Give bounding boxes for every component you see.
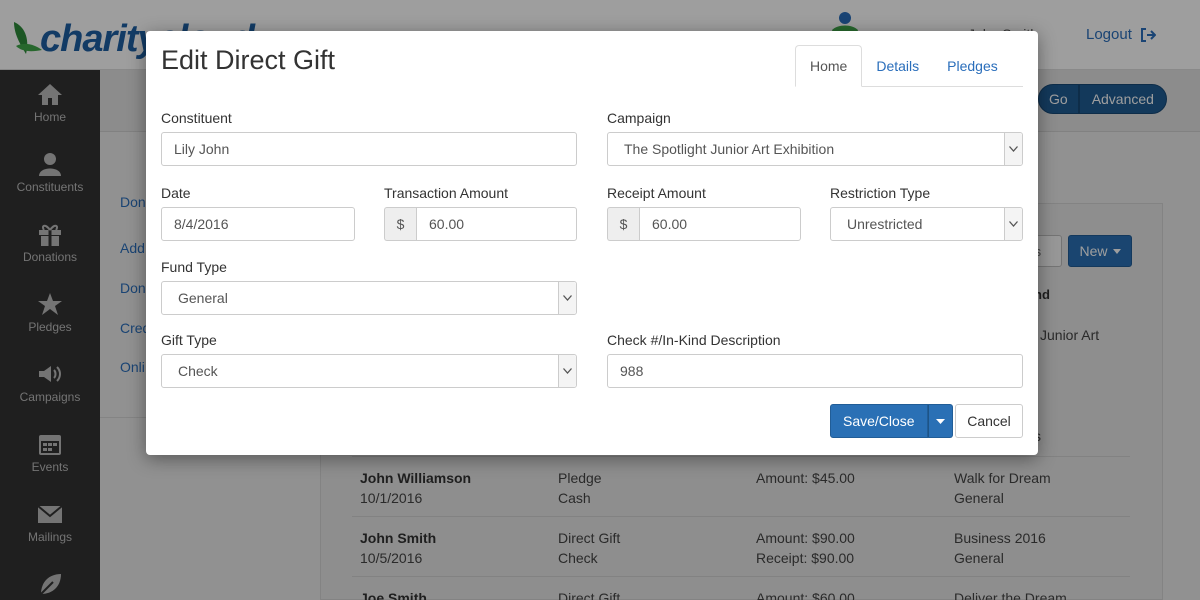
fund-type-select[interactable]: General	[161, 281, 577, 315]
constituent-value: Lily John	[174, 141, 230, 157]
check-description-value: 988	[620, 363, 644, 379]
chevron-down-icon	[1004, 133, 1022, 165]
restriction-type-select[interactable]: Unrestricted	[830, 207, 1023, 241]
receipt-amount-label: Receipt Amount	[607, 185, 706, 201]
gift-type-select[interactable]: Check	[161, 354, 577, 388]
date-field[interactable]: 8/4/2016	[161, 207, 355, 241]
check-description-label: Check #/In-Kind Description	[607, 332, 781, 348]
currency-addon: $	[384, 207, 416, 241]
save-close-button[interactable]: Save/Close	[830, 404, 928, 438]
check-description-field[interactable]: 988	[607, 354, 1023, 388]
transaction-amount-value[interactable]: 60.00	[416, 207, 577, 241]
date-label: Date	[161, 185, 191, 201]
chevron-down-icon	[558, 282, 576, 314]
gift-type-label: Gift Type	[161, 332, 217, 348]
edit-direct-gift-modal: Edit Direct Gift Home Details Pledges Co…	[146, 31, 1038, 455]
fund-type-label: Fund Type	[161, 259, 227, 275]
receipt-amount-value[interactable]: 60.00	[639, 207, 801, 241]
fund-type-value: General	[178, 290, 228, 306]
modal-title: Edit Direct Gift	[161, 45, 336, 75]
constituent-field[interactable]: Lily John	[161, 132, 577, 166]
date-value: 8/4/2016	[174, 216, 229, 232]
tab-details[interactable]: Details	[862, 45, 933, 87]
chevron-down-icon	[1004, 208, 1022, 240]
campaign-value: The Spotlight Junior Art Exhibition	[624, 141, 835, 157]
transaction-amount-label: Transaction Amount	[384, 185, 508, 201]
constituent-label: Constituent	[161, 110, 232, 126]
modal-tabs: Home Details Pledges	[795, 45, 1023, 87]
campaign-label: Campaign	[607, 110, 671, 126]
tab-home[interactable]: Home	[795, 45, 863, 87]
restriction-type-value: Unrestricted	[847, 216, 923, 232]
receipt-amount-field[interactable]: $ 60.00	[607, 207, 801, 241]
gift-type-value: Check	[178, 363, 218, 379]
campaign-select[interactable]: The Spotlight Junior Art Exhibition	[607, 132, 1023, 166]
save-close-button-group: Save/Close	[830, 404, 953, 438]
chevron-down-icon	[558, 355, 576, 387]
save-options-button[interactable]	[927, 404, 953, 438]
restriction-type-label: Restriction Type	[830, 185, 931, 201]
transaction-amount-field[interactable]: $ 60.00	[384, 207, 577, 241]
currency-addon: $	[607, 207, 639, 241]
caret-down-icon	[935, 418, 945, 424]
cancel-button[interactable]: Cancel	[955, 404, 1023, 438]
tab-pledges[interactable]: Pledges	[933, 45, 1012, 87]
